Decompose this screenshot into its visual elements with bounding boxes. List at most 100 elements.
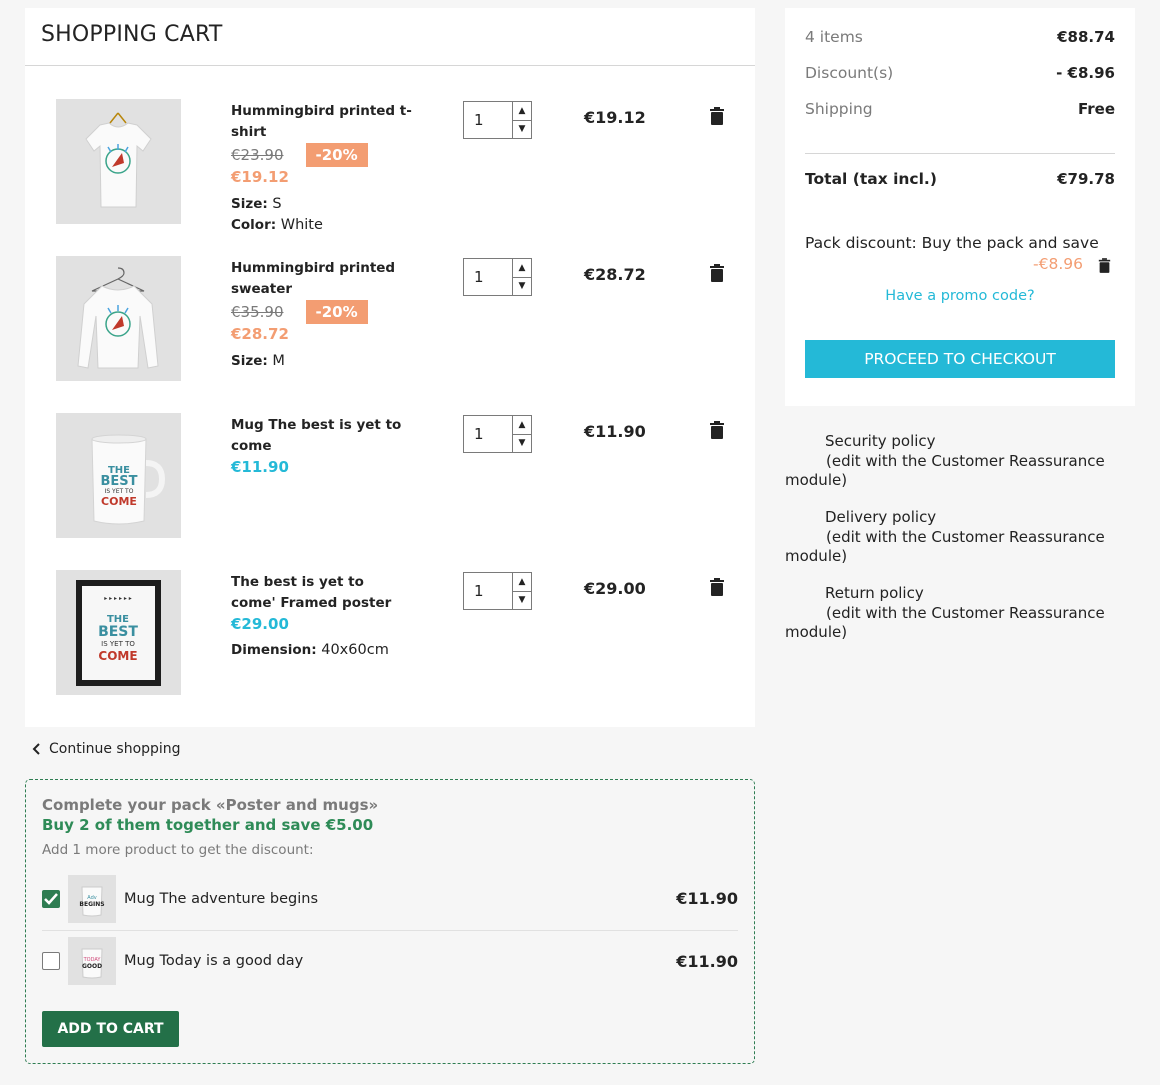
current-price: €19.12 xyxy=(231,168,289,186)
summary-divider xyxy=(805,153,1115,154)
quantity-input[interactable] xyxy=(464,259,512,295)
svg-text:COME: COME xyxy=(101,495,137,508)
increase-quantity-button[interactable]: ▲ xyxy=(513,259,531,277)
quantity-input[interactable] xyxy=(464,102,512,138)
decrease-quantity-button[interactable]: ▼ xyxy=(513,590,531,610)
reassurance-subtitle-end: module) xyxy=(785,623,848,641)
reassurance-delivery: Delivery policy (edit with the Customer … xyxy=(785,508,1135,567)
cart-title: SHOPPING CART xyxy=(25,8,755,66)
quantity-stepper[interactable]: ▲ ▼ xyxy=(463,101,532,139)
cart-item: THE BEST IS YET TO COME ▸ ▸ ▸ ▸ ▸ ▸ The … xyxy=(25,570,755,727)
svg-text:BEST: BEST xyxy=(98,624,138,640)
increase-quantity-button[interactable]: ▲ xyxy=(513,573,531,591)
quantity-stepper[interactable]: ▲ ▼ xyxy=(463,258,532,296)
product-name[interactable]: Mug The best is yet to come xyxy=(231,415,441,457)
pack-discount-value: -€8.96 xyxy=(1033,255,1083,273)
items-count-label: 4 items xyxy=(805,28,863,46)
continue-shopping-link[interactable]: Continue shopping xyxy=(32,741,181,757)
product-image-mug[interactable]: THE BEST IS YET TO COME xyxy=(56,413,181,538)
proceed-to-checkout-button[interactable]: PROCEED TO CHECKOUT xyxy=(805,340,1115,378)
chevron-left-icon xyxy=(32,743,40,755)
attribute-dimension: Dimension: 40x60cm xyxy=(231,642,389,658)
svg-text:GOOD: GOOD xyxy=(82,963,102,970)
reassurance-subtitle: (edit with the Customer Reassurance xyxy=(826,527,1105,546)
add-to-cart-button[interactable]: ADD TO CART xyxy=(42,1011,179,1047)
quantity-stepper[interactable]: ▲ ▼ xyxy=(463,572,532,610)
increase-quantity-button[interactable]: ▲ xyxy=(513,102,531,120)
svg-text:COME: COME xyxy=(98,649,137,663)
cart-summary: 4 items €88.74 Discount(s) - €8.96 Shipp… xyxy=(785,8,1135,406)
product-image-sweater[interactable] xyxy=(56,256,181,381)
current-price: €28.72 xyxy=(231,325,289,343)
regular-price: €35.90 xyxy=(231,302,284,321)
pack-product-checkbox[interactable] xyxy=(42,889,60,908)
product-name[interactable]: Hummingbird printed sweater xyxy=(231,258,396,300)
line-total: €19.12 xyxy=(584,108,646,127)
item-info: Mug The best is yet to come €11.90 xyxy=(231,415,441,477)
svg-text:BEGINS: BEGINS xyxy=(79,901,104,908)
delete-icon[interactable] xyxy=(709,107,725,125)
attribute-color: Color: White xyxy=(231,217,323,233)
total-label: Total (tax incl.) xyxy=(805,170,937,188)
delete-icon[interactable] xyxy=(709,578,725,596)
product-image-poster[interactable]: THE BEST IS YET TO COME ▸ ▸ ▸ ▸ ▸ ▸ xyxy=(56,570,181,695)
checkmark-icon xyxy=(44,892,58,905)
current-price: €29.00 xyxy=(231,615,289,633)
svg-text:IS YET TO: IS YET TO xyxy=(101,640,135,648)
product-name[interactable]: The best is yet to come' Framed poster xyxy=(231,572,411,614)
discount-badge: -20% xyxy=(305,299,368,324)
pack-product-image: TODAY GOOD xyxy=(68,937,116,985)
pack-savings: Buy 2 of them together and save €5.00 xyxy=(42,816,374,834)
quantity-stepper[interactable]: ▲ ▼ xyxy=(463,415,532,453)
pack-product-name[interactable]: Mug The adventure begins xyxy=(124,891,676,907)
reassurance-subtitle: (edit with the Customer Reassurance xyxy=(826,451,1105,470)
quantity-input[interactable] xyxy=(464,573,512,609)
cart-item: Hummingbird printed t-shirt €23.90 -20% … xyxy=(25,99,755,256)
product-image-tshirt[interactable] xyxy=(56,99,181,224)
summary-items-row: 4 items €88.74 xyxy=(805,28,1115,46)
summary-shipping-row: Shipping Free xyxy=(805,100,1115,118)
pack-title: Complete your pack «Poster and mugs» xyxy=(42,796,379,814)
item-info: Hummingbird printed t-shirt €23.90 -20% … xyxy=(231,101,441,236)
pack-product-name[interactable]: Mug Today is a good day xyxy=(124,953,676,969)
pack-product-checkbox[interactable] xyxy=(42,952,60,970)
item-info: The best is yet to come' Framed poster €… xyxy=(231,572,441,661)
price-row: €35.90 -20% xyxy=(231,299,441,324)
promo-code-link[interactable]: Have a promo code? xyxy=(785,288,1135,304)
reassurance-title: Return policy xyxy=(825,584,924,602)
cart-panel: SHOPPING CART Hummingbird printed t-shir… xyxy=(25,8,755,727)
summary-discount-row: Discount(s) - €8.96 xyxy=(805,64,1115,82)
continue-shopping-label: Continue shopping xyxy=(49,741,181,757)
cart-item: Hummingbird printed sweater €35.90 -20% … xyxy=(25,256,755,413)
quantity-input[interactable] xyxy=(464,416,512,452)
pack-discount-label: Pack discount: Buy the pack and save xyxy=(805,234,1099,252)
reassurance-security: Security policy (edit with the Customer … xyxy=(785,432,1135,491)
pack-product-price: €11.90 xyxy=(676,889,738,908)
reassurance-subtitle-end: module) xyxy=(785,471,848,489)
discount-badge: -20% xyxy=(305,142,368,167)
decrease-quantity-button[interactable]: ▼ xyxy=(513,433,531,453)
delete-icon[interactable] xyxy=(709,421,725,439)
cart-item: THE BEST IS YET TO COME Mug The best is … xyxy=(25,413,755,570)
product-name[interactable]: Hummingbird printed t-shirt xyxy=(231,101,441,143)
discount-value: - €8.96 xyxy=(1056,64,1115,82)
pack-product-image: Adv BEGINS xyxy=(68,874,116,923)
reassurance-return: Return policy (edit with the Customer Re… xyxy=(785,584,1135,643)
line-total: €28.72 xyxy=(584,265,646,284)
decrease-quantity-button[interactable]: ▼ xyxy=(513,276,531,296)
discount-label: Discount(s) xyxy=(805,64,894,82)
pack-hint: Add 1 more product to get the discount: xyxy=(42,842,314,858)
reassurance-title: Delivery policy xyxy=(825,508,937,526)
current-price: €11.90 xyxy=(231,458,289,476)
svg-text:IS YET TO: IS YET TO xyxy=(105,488,134,495)
decrease-quantity-button[interactable]: ▼ xyxy=(513,119,531,139)
shipping-label: Shipping xyxy=(805,100,873,118)
pack-product-price: €11.90 xyxy=(676,951,738,971)
remove-discount-icon[interactable] xyxy=(1098,258,1111,273)
increase-quantity-button[interactable]: ▲ xyxy=(513,416,531,434)
line-total: €29.00 xyxy=(584,579,646,598)
delete-icon[interactable] xyxy=(709,264,725,282)
attribute-size: Size: S xyxy=(231,196,282,212)
regular-price: €23.90 xyxy=(231,145,284,164)
shipping-value: Free xyxy=(1077,100,1115,118)
